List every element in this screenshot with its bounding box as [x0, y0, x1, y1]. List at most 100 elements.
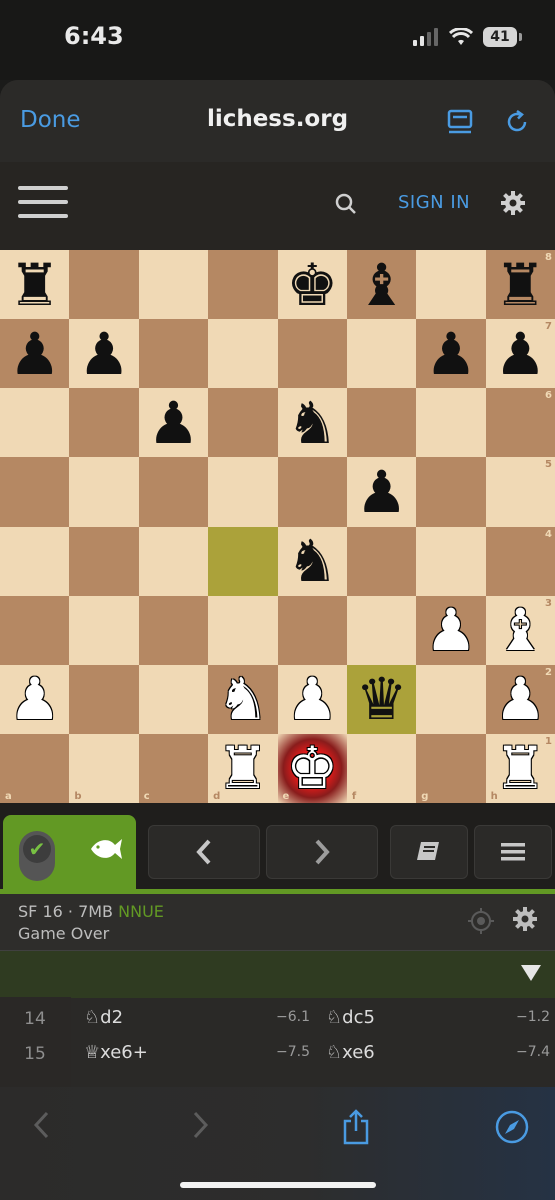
square-a5[interactable] [0, 457, 70, 527]
white-knight-icon[interactable]: ♞ [217, 670, 269, 728]
square-c5[interactable] [138, 457, 209, 527]
white-king-icon[interactable]: ♚ [286, 739, 338, 797]
square-g8[interactable] [416, 250, 486, 320]
black-pawn-icon[interactable]: ♟ [78, 325, 130, 383]
square-f4[interactable] [346, 526, 417, 596]
menu-icon[interactable] [18, 186, 68, 222]
square-d5[interactable] [208, 457, 278, 527]
square-c2[interactable] [138, 664, 209, 734]
black-queen-icon[interactable]: ♛ [356, 670, 408, 728]
square-a4[interactable] [0, 526, 70, 596]
square-c8[interactable] [138, 250, 209, 320]
square-e7[interactable] [277, 319, 347, 389]
square-h3[interactable]: ♝ 3 [485, 595, 555, 665]
square-b2[interactable] [69, 664, 139, 734]
square-g3[interactable]: ♟ [416, 595, 486, 665]
square-b1[interactable]: b [69, 733, 139, 803]
square-a2[interactable]: ♟ [0, 664, 70, 734]
white-move[interactable]: ♘d2 [84, 1007, 123, 1028]
black-rook-icon[interactable]: ♜ [9, 256, 61, 314]
engine-toggle[interactable]: ✔ [19, 831, 55, 881]
square-e4[interactable]: ♞ [277, 526, 347, 596]
black-move[interactable]: ♘xe6 [326, 1042, 375, 1063]
share-icon[interactable] [340, 1109, 372, 1145]
square-e5[interactable] [277, 457, 347, 527]
back-icon[interactable] [30, 1109, 54, 1141]
square-h8[interactable]: ♜ 8 [485, 250, 555, 320]
search-icon[interactable] [334, 192, 358, 216]
black-knight-icon[interactable]: ♞ [286, 394, 338, 452]
square-b6[interactable] [69, 388, 139, 458]
square-f2[interactable]: ♛ [346, 664, 417, 734]
square-a8[interactable]: ♜ [0, 250, 70, 320]
square-h7[interactable]: ♟ 7 [485, 319, 555, 389]
square-c4[interactable] [138, 526, 209, 596]
square-g6[interactable] [416, 388, 486, 458]
triangle-down-icon[interactable] [521, 965, 541, 981]
square-c1[interactable]: c [138, 733, 209, 803]
engine-lines-bar[interactable] [0, 950, 555, 998]
square-b5[interactable] [69, 457, 139, 527]
black-bishop-icon[interactable]: ♝ [356, 256, 408, 314]
black-move[interactable]: ♘dc5 [326, 1007, 375, 1028]
square-a7[interactable]: ♟ [0, 319, 70, 389]
square-e6[interactable]: ♞ [277, 388, 347, 458]
square-d1[interactable]: ♜ d [208, 733, 278, 803]
square-d8[interactable] [208, 250, 278, 320]
square-h4[interactable]: 4 [485, 526, 555, 596]
square-c7[interactable] [138, 319, 209, 389]
square-b4[interactable] [69, 526, 139, 596]
reload-icon[interactable] [503, 108, 531, 136]
square-f8[interactable]: ♝ [346, 250, 417, 320]
engine-toggle-panel[interactable]: ✔ [3, 815, 136, 891]
square-e3[interactable] [277, 595, 347, 665]
square-f3[interactable] [346, 595, 417, 665]
square-d3[interactable] [208, 595, 278, 665]
square-d6[interactable] [208, 388, 278, 458]
square-g4[interactable] [416, 526, 486, 596]
square-h1[interactable]: ♜ 1 h [485, 733, 555, 803]
black-pawn-icon[interactable]: ♟ [356, 463, 408, 521]
white-bishop-icon[interactable]: ♝ [494, 601, 546, 659]
previous-move-button[interactable] [148, 825, 260, 879]
square-d2[interactable]: ♞ [208, 664, 278, 734]
square-f7[interactable] [346, 319, 417, 389]
target-icon[interactable] [468, 908, 494, 934]
square-e2[interactable]: ♟ [277, 664, 347, 734]
reader-icon[interactable] [446, 108, 474, 136]
white-pawn-icon[interactable]: ♟ [494, 670, 546, 728]
white-rook-icon[interactable]: ♜ [217, 739, 269, 797]
white-pawn-icon[interactable]: ♟ [425, 601, 477, 659]
black-pawn-icon[interactable]: ♟ [147, 394, 199, 452]
opening-book-button[interactable] [390, 825, 468, 879]
square-a3[interactable] [0, 595, 70, 665]
chess-board[interactable]: ♜ ♚ ♝ ♜ 8 ♟ ♟ ♟ ♟ 7 ♟ ♞ 6 ♟ 5 ♞ 4 ♟ ♝ 3 ♟ ♞ ♟ ♛ ♟ 2 a b c ♜ d ♚ e f g ♜ 1 h [0, 250, 555, 803]
white-pawn-icon[interactable]: ♟ [286, 670, 338, 728]
black-knight-icon[interactable]: ♞ [286, 532, 338, 590]
black-pawn-icon[interactable]: ♟ [494, 325, 546, 383]
square-h6[interactable]: 6 [485, 388, 555, 458]
square-e8[interactable]: ♚ [277, 250, 347, 320]
square-c3[interactable] [138, 595, 209, 665]
menu-button[interactable] [474, 825, 552, 879]
white-pawn-icon[interactable]: ♟ [9, 670, 61, 728]
black-pawn-icon[interactable]: ♟ [9, 325, 61, 383]
square-g7[interactable]: ♟ [416, 319, 486, 389]
square-b8[interactable] [69, 250, 139, 320]
black-rook-icon[interactable]: ♜ [494, 256, 546, 314]
square-f6[interactable] [346, 388, 417, 458]
square-d7[interactable] [208, 319, 278, 389]
square-g2[interactable] [416, 664, 486, 734]
gear-icon[interactable] [500, 190, 526, 216]
square-c6[interactable]: ♟ [138, 388, 209, 458]
white-rook-icon[interactable]: ♜ [494, 739, 546, 797]
forward-icon[interactable] [188, 1109, 212, 1141]
square-b7[interactable]: ♟ [69, 319, 139, 389]
square-f5[interactable]: ♟ [346, 457, 417, 527]
black-king-icon[interactable]: ♚ [286, 256, 338, 314]
square-b3[interactable] [69, 595, 139, 665]
square-g5[interactable] [416, 457, 486, 527]
square-e1[interactable]: ♚ e [277, 733, 347, 803]
square-f1[interactable]: f [346, 733, 417, 803]
engine-settings-icon[interactable] [512, 906, 538, 932]
